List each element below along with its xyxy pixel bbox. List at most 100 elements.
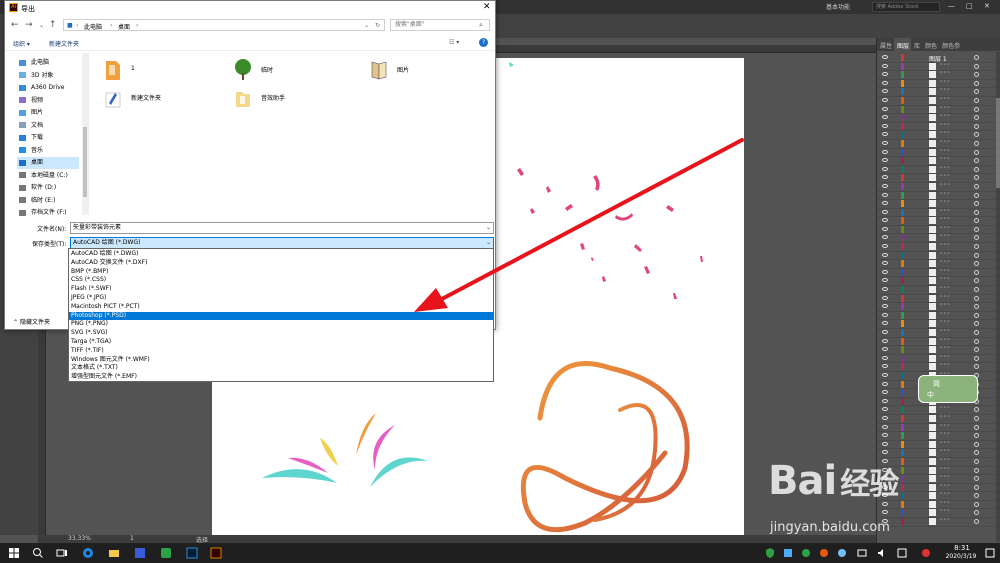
visibility-eye-icon[interactable]: [882, 330, 888, 334]
visibility-eye-icon[interactable]: [882, 123, 888, 128]
visibility-eye-icon[interactable]: [882, 175, 888, 180]
visibility-eye-icon[interactable]: [882, 312, 888, 317]
visibility-eye-icon[interactable]: [882, 424, 888, 429]
visibility-eye-icon[interactable]: [882, 106, 888, 111]
visibility-eye-icon[interactable]: [882, 192, 888, 197]
visibility-eye-icon[interactable]: [882, 295, 888, 300]
layer-row[interactable]: ∘∘∘: [877, 516, 1000, 527]
visibility-eye-icon[interactable]: [882, 355, 888, 360]
breadcrumb-desktop[interactable]: 桌面: [118, 22, 130, 31]
sidebar-item[interactable]: 临时 (E:): [19, 195, 87, 207]
tab-color-guide[interactable]: 颜色参: [939, 38, 962, 51]
filetype-option[interactable]: Macintosh PICT (*.PCT): [69, 303, 493, 312]
input-method-icon[interactable]: [896, 547, 908, 559]
target-circle-icon[interactable]: [974, 347, 979, 353]
artboard-number[interactable]: 1: [130, 535, 134, 542]
target-circle-icon[interactable]: [974, 476, 979, 482]
target-circle-icon[interactable]: [974, 218, 979, 224]
target-circle-icon[interactable]: [974, 80, 979, 86]
sidebar-item[interactable]: 视频: [19, 95, 87, 107]
visibility-eye-icon[interactable]: [882, 278, 888, 283]
breadcrumb-this-pc[interactable]: 此电脑: [84, 22, 102, 31]
layer-list[interactable]: 图层 1 ∘∘∘ ∘∘∘ ∘∘∘ ∘∘∘ ∘∘∘ ∘∘∘ ∘∘∘ ∘∘∘ ∘∘∘ ∘∘∘ ∘∘∘ ∘∘∘…: [877, 54, 1000, 527]
target-circle-icon[interactable]: [974, 201, 979, 207]
target-circle-icon[interactable]: [974, 158, 979, 164]
target-circle-icon[interactable]: [974, 510, 979, 516]
visibility-eye-icon[interactable]: [882, 381, 888, 386]
organize-button[interactable]: 组织 ▾: [13, 39, 30, 48]
target-circle-icon[interactable]: [974, 252, 979, 258]
close-icon[interactable]: ✕: [984, 2, 990, 10]
volume-icon[interactable]: [876, 547, 888, 559]
address-bar[interactable]: ■ › 此电脑 › 桌面 › ⌄ ↻: [63, 19, 385, 31]
sidebar-item[interactable]: 此电脑: [19, 57, 87, 69]
target-circle-icon[interactable]: [974, 149, 979, 155]
file-item[interactable]: 音效助手: [233, 85, 363, 115]
visibility-eye-icon[interactable]: [882, 235, 888, 240]
target-circle-icon[interactable]: [974, 415, 979, 421]
visibility-eye-icon[interactable]: [882, 407, 888, 412]
target-circle-icon[interactable]: [974, 269, 979, 275]
refresh-icon[interactable]: ↻: [375, 22, 380, 29]
tab-libraries[interactable]: 库: [911, 38, 922, 51]
visibility-eye-icon[interactable]: [882, 261, 888, 266]
chevron-down-icon[interactable]: ⌄: [486, 238, 491, 248]
tab-layers[interactable]: 图层: [894, 38, 912, 51]
address-dropdown-icon[interactable]: ⌄: [364, 22, 369, 29]
target-circle-icon[interactable]: [974, 183, 979, 189]
target-circle-icon[interactable]: [974, 132, 979, 138]
target-circle-icon[interactable]: [974, 330, 979, 335]
task-view-icon[interactable]: [56, 547, 68, 559]
file-item[interactable]: 1: [103, 57, 233, 87]
visibility-eye-icon[interactable]: [882, 304, 888, 309]
file-item[interactable]: 新建文件夹: [103, 85, 233, 115]
filetype-option[interactable]: TIFF (*.TIF): [69, 347, 493, 356]
visibility-eye-icon[interactable]: [882, 183, 888, 188]
file-item[interactable]: 图片: [369, 57, 499, 87]
filename-input[interactable]: 矢量彩带装饰元素 ⌄: [70, 222, 494, 234]
filetype-option[interactable]: JPEG (*.JPG): [69, 294, 493, 303]
target-circle-icon[interactable]: [974, 235, 979, 241]
visibility-eye-icon[interactable]: [882, 450, 888, 455]
clock-date[interactable]: 2020/3/19: [940, 553, 982, 560]
target-circle-icon[interactable]: [974, 312, 979, 318]
target-circle-icon[interactable]: [974, 441, 979, 447]
help-icon[interactable]: ?: [479, 38, 488, 47]
security-icon[interactable]: [782, 547, 794, 559]
visibility-eye-icon[interactable]: [882, 97, 888, 102]
layers-scroll-thumb[interactable]: [996, 98, 1000, 188]
target-circle-icon[interactable]: [974, 63, 979, 69]
visibility-eye-icon[interactable]: [882, 338, 888, 343]
target-circle-icon[interactable]: [974, 338, 979, 344]
target-circle-icon[interactable]: [974, 304, 979, 310]
network-icon[interactable]: [856, 547, 868, 559]
target-circle-icon[interactable]: [974, 209, 979, 215]
target-circle-icon[interactable]: [974, 72, 979, 78]
input-method-widget[interactable]: 简 中: [918, 375, 978, 403]
target-circle-icon[interactable]: [974, 123, 979, 129]
visibility-eye-icon[interactable]: [882, 218, 888, 223]
visibility-eye-icon[interactable]: [882, 89, 888, 94]
clock-time[interactable]: 8:31: [944, 544, 980, 552]
sidebar-item[interactable]: 文档: [19, 120, 87, 132]
visibility-eye-icon[interactable]: [882, 115, 888, 120]
tab-color[interactable]: 颜色: [922, 38, 939, 51]
visibility-eye-icon[interactable]: [882, 347, 888, 352]
sidebar-item[interactable]: 图片: [19, 107, 87, 119]
sidebar-item[interactable]: 3D 对象: [19, 70, 87, 82]
wechat-tray-icon[interactable]: [800, 547, 812, 559]
file-explorer-icon[interactable]: [108, 547, 120, 559]
visibility-eye-icon[interactable]: [882, 55, 888, 59]
visibility-eye-icon[interactable]: [882, 209, 888, 214]
target-circle-icon[interactable]: [974, 175, 979, 181]
target-circle-icon[interactable]: [974, 226, 979, 232]
sidebar-item[interactable]: 下载: [19, 132, 87, 144]
target-circle-icon[interactable]: [974, 295, 979, 301]
filetype-option[interactable]: AutoCAD 绘图 (*.DWG): [69, 250, 493, 259]
sidebar-item[interactable]: 软件 (D:): [19, 182, 87, 194]
search-icon[interactable]: [32, 547, 44, 559]
visibility-eye-icon[interactable]: [882, 149, 888, 154]
minimize-icon[interactable]: —: [948, 2, 955, 10]
view-options-icon[interactable]: ☷ ▾: [449, 39, 459, 46]
target-circle-icon[interactable]: [974, 115, 979, 121]
